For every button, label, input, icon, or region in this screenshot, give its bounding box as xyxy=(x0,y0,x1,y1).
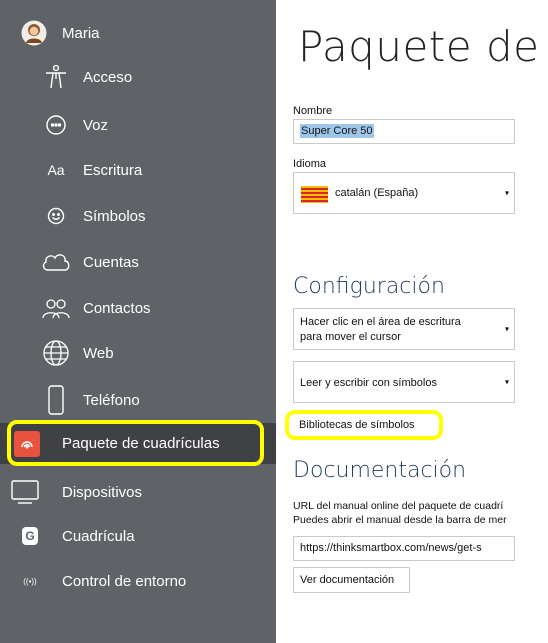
doc-description-line2: Puedes abrir el manual desde la barra de… xyxy=(293,514,507,526)
sidebar-item-label: Cuadrícula xyxy=(62,527,135,545)
sidebar-item-label: Cuentas xyxy=(83,253,139,271)
chevron-down-icon: ▾ xyxy=(504,324,509,334)
idioma-select[interactable]: catalán (España) ▾ xyxy=(293,172,515,214)
idioma-label: Idioma xyxy=(293,158,327,170)
main-panel: Paquete de Nombre Super Core 50 Idioma c… xyxy=(276,0,548,643)
nombre-value: Super Core 50 xyxy=(300,124,374,138)
configuracion-heading: Configuración xyxy=(293,274,445,299)
cloud-icon xyxy=(40,246,72,278)
idioma-value: catalán (España) xyxy=(335,187,419,199)
sidebar-item-entorno[interactable]: ((•)) Control de entorno xyxy=(0,561,276,601)
symbol-libraries-button[interactable]: Bibliotecas de símbolos xyxy=(293,414,421,436)
sidebar-item-label: Web xyxy=(83,344,114,362)
sidebar-item-label: Paquete de cuadrículas xyxy=(62,435,220,452)
grid3-logo-icon: G xyxy=(14,520,46,552)
sidebar-item-user[interactable]: Maria xyxy=(0,13,276,53)
sidebar-item-dispositivos[interactable]: Dispositivos xyxy=(0,472,276,512)
monitor-icon xyxy=(9,476,41,508)
nombre-input[interactable]: Super Core 50 xyxy=(293,119,515,144)
text-aa-icon: Aa xyxy=(47,162,65,178)
people-icon xyxy=(40,292,72,324)
sidebar-item-label: Dispositivos xyxy=(62,483,143,501)
sidebar-item-cuentas[interactable]: Cuentas xyxy=(0,242,276,282)
click-writing-area-select[interactable]: Hacer clic en el área de escritura para … xyxy=(293,308,515,350)
smiley-icon xyxy=(40,200,72,232)
sidebar-item-telefono[interactable]: Teléfono xyxy=(0,380,276,420)
sidebar-item-label: Contactos xyxy=(83,299,151,317)
user-name: Maria xyxy=(62,24,100,42)
page-title: Paquete de xyxy=(298,22,540,71)
read-write-symbols-select[interactable]: Leer y escribir con símbolos ▾ xyxy=(293,361,515,403)
sidebar-item-label: Voz xyxy=(83,116,109,134)
sidebar-item-voz[interactable]: Voz xyxy=(0,105,276,145)
view-documentation-button[interactable]: Ver documentación xyxy=(293,567,410,593)
chevron-down-icon: ▾ xyxy=(504,188,509,198)
accessibility-person-icon xyxy=(40,61,72,93)
globe-icon xyxy=(40,337,72,369)
grid-pack-icon xyxy=(14,430,40,457)
sidebar-item-label: Escritura xyxy=(83,161,143,179)
sidebar-item-label: Control de entorno xyxy=(62,572,187,590)
phone-icon xyxy=(40,384,72,416)
signal-waves-icon: ((•)) xyxy=(23,576,37,586)
nombre-label: Nombre xyxy=(293,105,333,117)
catalonia-flag xyxy=(301,186,328,203)
doc-url-input[interactable]: https://thinksmartbox.com/news/get-s xyxy=(293,536,515,561)
sidebar-item-web[interactable]: Web xyxy=(0,333,276,373)
option1-line2: para mover el cursor xyxy=(300,331,401,343)
option2-value: Leer y escribir con símbolos xyxy=(300,377,437,389)
sidebar-item-acceso[interactable]: Acceso xyxy=(0,57,276,97)
doc-description-line1: URL del manual online del paquete de cua… xyxy=(293,500,504,512)
option1-line1: Hacer clic en el área de escritura xyxy=(300,316,461,328)
sidebar-item-contactos[interactable]: Contactos xyxy=(0,288,276,328)
sidebar-item-paquete[interactable]: Paquete de cuadrículas xyxy=(0,423,276,464)
sidebar-item-label: Símbolos xyxy=(83,207,146,225)
user-avatar xyxy=(18,17,50,49)
sidebar: Maria Acceso Voz Aa Escritura Símbolos C… xyxy=(0,0,276,643)
sidebar-item-label: Teléfono xyxy=(83,391,140,409)
chevron-down-icon: ▾ xyxy=(504,377,509,387)
sidebar-item-escritura[interactable]: Aa Escritura xyxy=(0,150,276,190)
documentacion-heading: Documentación xyxy=(293,458,467,483)
speech-bubble-icon xyxy=(40,109,72,141)
sidebar-item-cuadricula[interactable]: G Cuadrícula xyxy=(0,516,276,556)
sidebar-item-label: Acceso xyxy=(83,68,133,86)
sidebar-item-simbolos[interactable]: Símbolos xyxy=(0,196,276,236)
